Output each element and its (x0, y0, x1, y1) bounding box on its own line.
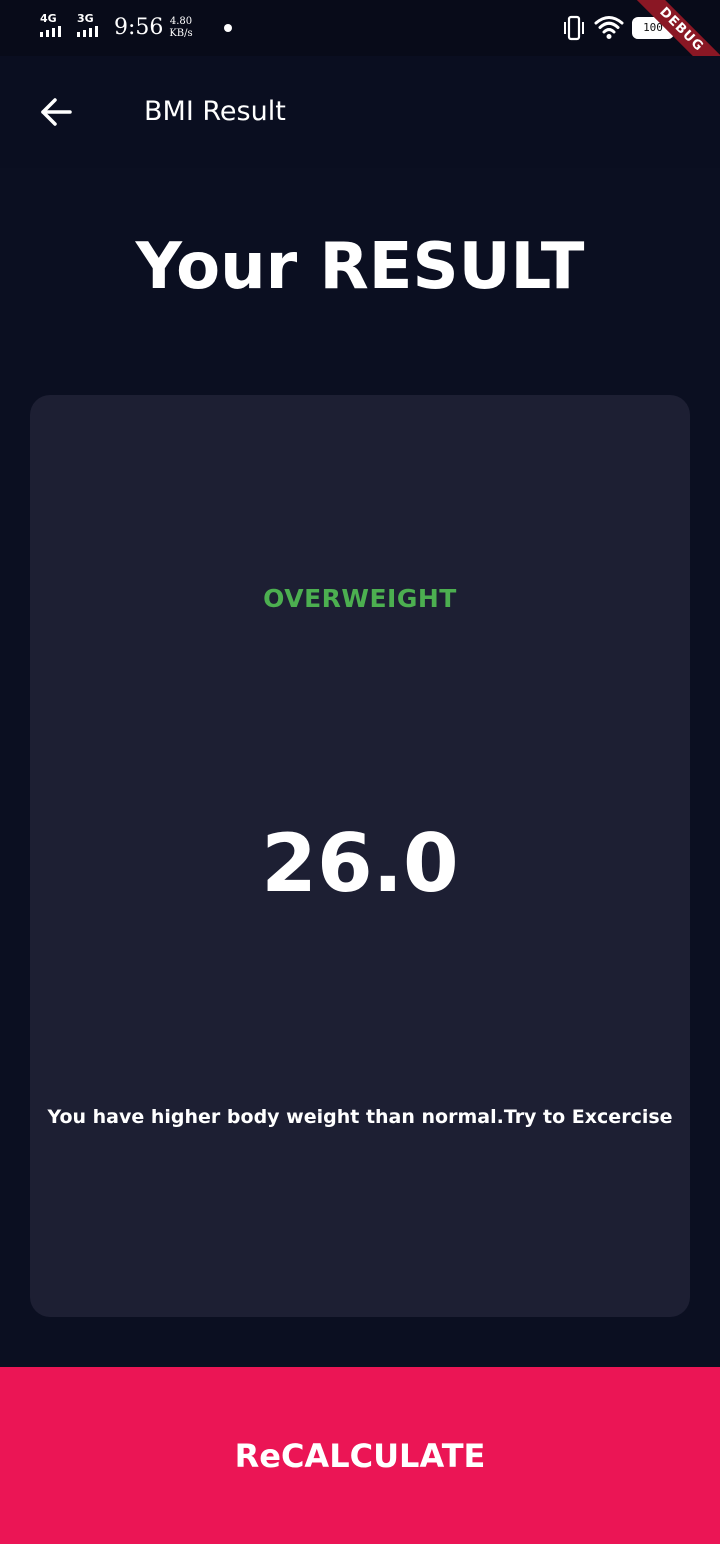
signal-icon: 3G (77, 13, 107, 41)
app-bar: BMI Result (0, 56, 720, 168)
network-speed-value: 4.80 (169, 16, 193, 27)
page-title: Your RESULT (135, 230, 585, 304)
network-speed-unit: KB/s (169, 28, 193, 39)
status-time: 9:56 (114, 15, 164, 40)
network-type-label: 3G (77, 12, 94, 25)
bmi-interpretation: You have higher body weight than normal.… (47, 1106, 673, 1128)
network-type-label: 4G (40, 12, 57, 25)
arrow-left-icon (41, 98, 72, 126)
recalculate-button[interactable]: ReCALCULATE (0, 1367, 720, 1544)
signal-icon: 4G (40, 13, 70, 41)
recalculate-label: ReCALCULATE (234, 1436, 486, 1475)
result-card: OVERWEIGHT 26.0 You have higher body wei… (30, 395, 690, 1317)
bmi-value: 26.0 (261, 817, 459, 910)
bmi-category: OVERWEIGHT (263, 584, 457, 613)
notification-dot-icon (224, 24, 232, 32)
status-bar: 4G 3G 9:56 4.80 KB/s 100 (0, 0, 720, 56)
network-speed: 4.80 KB/s (166, 16, 196, 40)
app-bar-title: BMI Result (144, 96, 286, 127)
vibrate-icon (564, 15, 584, 41)
back-button[interactable] (24, 80, 88, 144)
wifi-icon (594, 16, 624, 39)
